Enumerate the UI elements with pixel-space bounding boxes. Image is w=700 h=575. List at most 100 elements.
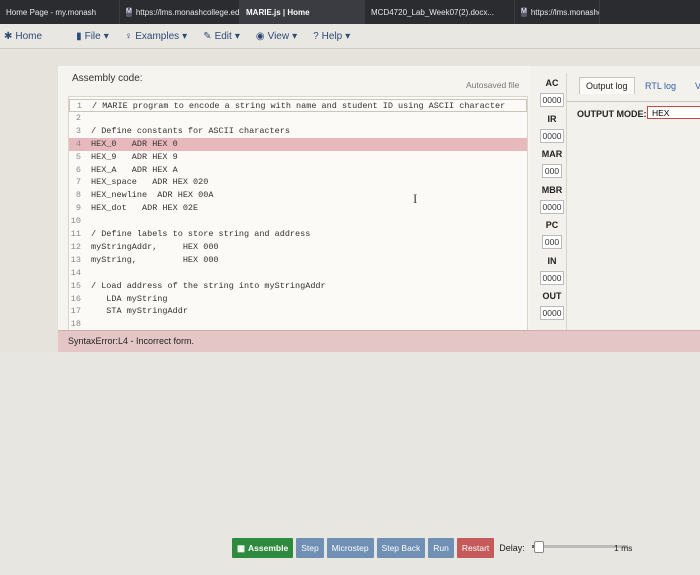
code-text: HEX_0 ADR HEX 0: [91, 138, 178, 149]
menu-bar: ✱ Home ▮ File ▾ ♀ Examples ▾ ✎ Edit ▾ ◉ …: [0, 24, 700, 49]
line-number: 8: [75, 190, 81, 201]
code-text: STA myStringAddr: [91, 306, 188, 317]
chevron-down-icon: ▾: [103, 30, 109, 42]
code-line[interactable]: 17 STA myStringAddr: [69, 305, 527, 318]
line-number: 15: [70, 280, 81, 291]
code-line[interactable]: 8 HEX_newline ADR HEX 00A: [69, 189, 527, 202]
run-button[interactable]: Run: [428, 538, 454, 558]
control-bar: ▦ Assemble Step Microstep Step Back Run …: [232, 538, 529, 558]
code-line[interactable]: 10: [69, 215, 527, 228]
browser-tab-title: https://lms.monashcollege.edu.a...: [135, 7, 240, 17]
chevron-down-icon: ▾: [292, 30, 298, 42]
menu-edit[interactable]: ✎ Edit ▾: [203, 31, 240, 42]
register-value: 0000: [539, 199, 565, 214]
error-message: SyntaxError:L4 - Incorrect form.: [68, 336, 195, 346]
assembly-code-label: Assembly code:: [72, 73, 143, 84]
code-line[interactable]: 7 HEX_space ADR HEX 020: [69, 176, 527, 189]
pencil-icon: ✎: [203, 30, 212, 42]
menu-home[interactable]: ✱ Home: [4, 31, 42, 42]
code-line[interactable]: 14: [69, 267, 527, 280]
step-back-button[interactable]: Step Back: [376, 538, 426, 558]
register-out: OUT 0000: [534, 291, 570, 321]
autosave-status: Autosaved file: [466, 80, 520, 90]
output-tabs: Output log RTL log V: [567, 73, 700, 102]
chevron-down-icon: ▾: [345, 30, 351, 42]
browser-tab-title: MARIE.js | Home: [246, 7, 310, 17]
code-line[interactable]: 3 / Define constants for ASCII characters: [69, 125, 527, 138]
register-value: 0000: [539, 270, 565, 285]
menu-examples[interactable]: ♀ Examples ▾: [125, 31, 187, 42]
code-line[interactable]: 13 myString, HEX 000: [69, 254, 527, 267]
menu-file[interactable]: ▮ File ▾: [76, 31, 109, 42]
code-pane: Assembly code: Autosaved file 1/ MARIE p…: [58, 66, 530, 332]
browser-tab-bar: Home Page - my.monash Mhttps://lms.monash…: [0, 0, 700, 24]
browser-tab[interactable]: Mhttps://lms.monashcollege.edu.a...: [120, 0, 240, 24]
microstep-button[interactable]: Microstep: [326, 538, 374, 558]
line-number: 6: [75, 164, 81, 175]
line-number: 9: [75, 203, 81, 214]
output-panel: Output log RTL log V OUTPUT MODE: HEX: [566, 73, 700, 331]
tab-watch[interactable]: V: [695, 81, 700, 91]
browser-tab[interactable]: MCD4720_Lab_Week07(2).docx...: [365, 0, 515, 24]
code-text: myString, HEX 000: [91, 254, 219, 265]
code-line[interactable]: 11 / Define labels to store string and ad…: [69, 228, 527, 241]
delay-value: 1 ms: [614, 543, 633, 553]
browser-tab[interactable]: MARIE.js | Home: [240, 0, 365, 24]
code-line[interactable]: 15 / Load address of the string into mySt…: [69, 280, 527, 293]
register-value: 000: [541, 164, 563, 178]
error-bar: SyntaxError:L4 - Incorrect form.: [58, 330, 700, 353]
step-button[interactable]: Step: [296, 538, 324, 558]
register-mar: MAR 000: [534, 149, 570, 179]
code-line[interactable]: 1/ MARIE program to encode a string with…: [69, 99, 527, 112]
tab-rtl-log[interactable]: RTL log: [645, 81, 676, 91]
help-icon: ?: [313, 30, 319, 42]
browser-tab[interactable]: Home Page - my.monash: [0, 0, 120, 24]
browser-tab-title: https://lms.monashcolle: [530, 7, 599, 17]
output-mode-select[interactable]: HEX: [647, 106, 700, 119]
code-text: myStringAddr, HEX 000: [91, 241, 219, 252]
register-pc: PC 000: [534, 220, 570, 250]
code-line[interactable]: 16 LDA myString: [69, 293, 527, 306]
grid-icon: ▦: [237, 542, 246, 553]
assemble-button[interactable]: ▦ Assemble: [232, 538, 294, 558]
code-editor[interactable]: 1/ MARIE program to encode a string with…: [68, 96, 528, 332]
register-value: 0000: [539, 93, 565, 107]
register-panel: AC 0000 IR 0000 MAR 000 MBR 0000 PC 000 IN 0000 OUT 0…: [534, 78, 570, 330]
line-number: 17: [70, 306, 81, 317]
code-line[interactable]: 2: [69, 112, 527, 125]
file-icon: ▮: [76, 30, 82, 42]
register-value: 000: [541, 235, 563, 249]
restart-button[interactable]: Restart: [456, 538, 495, 558]
line-number: 7: [75, 177, 81, 188]
register-name: IR: [547, 113, 557, 124]
line-number: 2: [75, 112, 81, 123]
code-text: LDA myString: [91, 293, 168, 304]
delay-slider-handle[interactable]: [533, 541, 544, 553]
line-number: 14: [70, 267, 81, 278]
lightbulb-icon: ♀: [124, 30, 133, 42]
register-ac: AC 0000: [534, 78, 570, 108]
code-line[interactable]: 6 HEX_A ADR HEX A: [69, 164, 527, 177]
code-text: HEX_newline ADR HEX 00A: [91, 190, 214, 201]
delay-label: Delay:: [499, 543, 525, 553]
register-name: OUT: [542, 291, 562, 301]
browser-tab[interactable]: Mhttps://lms.monashcolle: [515, 0, 600, 24]
menu-help[interactable]: ? Help ▾: [313, 31, 350, 42]
register-name: MBR: [541, 184, 563, 195]
code-line[interactable]: 4 HEX_0 ADR HEX 0: [69, 137, 527, 151]
home-icon: ✱: [4, 30, 13, 42]
menu-view[interactable]: ◉ View ▾: [256, 31, 297, 42]
register-name: IN: [547, 255, 557, 266]
register-value: 0000: [539, 128, 565, 143]
register-ir: IR 0000: [534, 114, 570, 144]
code-line[interactable]: 12 myStringAddr, HEX 000: [69, 241, 527, 254]
tab-output-log[interactable]: Output log: [579, 77, 635, 94]
code-line[interactable]: 9 HEX_dot ADR HEX 02E: [69, 202, 527, 215]
eye-icon: ◉: [255, 30, 265, 42]
site-favicon-icon: M: [126, 7, 132, 17]
register-name: MAR: [541, 149, 563, 159]
code-text: / Load address of the string into myStri…: [91, 280, 326, 291]
code-text: HEX_A ADR HEX A: [91, 164, 178, 175]
chevron-down-icon: ▾: [234, 30, 240, 42]
code-line[interactable]: 5 HEX_9 ADR HEX 9: [69, 151, 527, 164]
